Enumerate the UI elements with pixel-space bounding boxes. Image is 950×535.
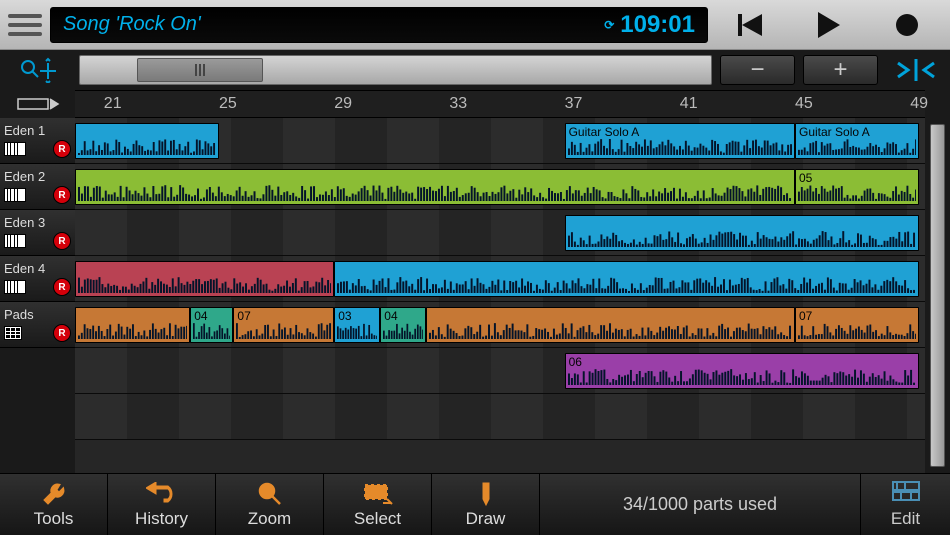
clip-waveform (383, 321, 423, 339)
undo-icon (146, 481, 178, 507)
record-arm-badge[interactable]: R (53, 232, 71, 250)
clip-waveform (193, 321, 230, 339)
record-arm-badge[interactable]: R (53, 324, 71, 342)
zoom-out-button[interactable]: − (720, 55, 795, 85)
clip-waveform (568, 229, 916, 247)
parts-used-label: 34/1000 parts used (540, 474, 860, 535)
loop-range-button[interactable] (0, 90, 75, 118)
track-header[interactable]: Eden 3 R (0, 210, 75, 256)
clip-waveform (429, 321, 792, 339)
track-name: Pads (4, 307, 71, 322)
pads-icon (4, 326, 22, 340)
ruler-tick: 25 (219, 95, 237, 113)
select-button[interactable]: Select (324, 474, 432, 535)
clip[interactable]: 07 (795, 307, 919, 343)
zoom-button[interactable]: Zoom (216, 474, 324, 535)
draw-button[interactable]: Draw (432, 474, 540, 535)
track-area: Eden 1 R Eden 2 R Eden 3 R Eden 4 R Pads R Guitar… (0, 118, 950, 473)
timeline-ruler[interactable]: 21 25 29 33 37 41 45 49 (75, 90, 925, 118)
keyboard-icon (4, 142, 26, 156)
bottom-toolbar: Tools History Zoom Select Draw 34/1000 p… (0, 473, 950, 535)
ruler-tick: 49 (910, 95, 928, 113)
clip-waveform (568, 137, 792, 155)
clip[interactable] (75, 123, 219, 159)
clip-waveform (78, 137, 216, 155)
wrench-icon (41, 481, 67, 507)
top-bar: Song 'Rock On' ⟳ 109:01 (0, 0, 950, 50)
song-time: ⟳ 109:01 (604, 11, 695, 39)
split-view-button[interactable] (886, 55, 946, 85)
clip-waveform (78, 183, 792, 201)
scroll-bar-row: − + (0, 50, 950, 90)
record-button[interactable] (872, 7, 942, 43)
clip-waveform (236, 321, 331, 339)
track-name: Eden 2 (4, 169, 71, 184)
ruler-tick: 21 (104, 95, 122, 113)
track-lane[interactable] (75, 394, 925, 440)
song-title: Song 'Rock On' (63, 13, 201, 36)
record-arm-badge[interactable]: R (53, 140, 71, 158)
clip[interactable]: 04 (380, 307, 426, 343)
track-name: Eden 3 (4, 215, 71, 230)
clip[interactable] (75, 169, 795, 205)
keyboard-icon (4, 234, 26, 248)
pencil-icon (475, 481, 497, 507)
clip-waveform (78, 321, 187, 339)
clip-waveform (798, 321, 916, 339)
keyboard-icon (4, 280, 26, 294)
tools-button[interactable]: Tools (0, 474, 108, 535)
track-header[interactable]: Eden 4 R (0, 256, 75, 302)
zoom-in-button[interactable]: + (803, 55, 878, 85)
zoom-tool-button[interactable] (0, 50, 75, 90)
clip[interactable] (334, 261, 919, 297)
keyboard-icon (4, 188, 26, 202)
clip[interactable] (426, 307, 795, 343)
track-header[interactable]: Pads R (0, 302, 75, 348)
clip-waveform (568, 367, 916, 385)
ruler-tick: 45 (795, 95, 813, 113)
rewind-button[interactable] (716, 7, 786, 43)
magnifier-icon (257, 481, 283, 507)
history-button[interactable]: History (108, 474, 216, 535)
ruler-tick: 41 (680, 95, 698, 113)
scroll-thumb[interactable] (137, 58, 263, 82)
play-button[interactable] (794, 7, 864, 43)
track-header[interactable]: Eden 1 R (0, 118, 75, 164)
clip-waveform (337, 321, 377, 339)
track-header[interactable]: Eden 2 R (0, 164, 75, 210)
edit-icon (891, 480, 921, 507)
clip[interactable]: 04 (190, 307, 233, 343)
clip-waveform (337, 275, 916, 293)
vertical-scrollbar[interactable] (925, 118, 950, 473)
menu-button[interactable] (8, 8, 42, 42)
clip[interactable]: Guitar Solo A (795, 123, 919, 159)
track-name: Eden 4 (4, 261, 71, 276)
clip-waveform (78, 275, 331, 293)
clip[interactable]: Guitar Solo A (565, 123, 795, 159)
marquee-icon (363, 481, 393, 507)
ruler-tick: 33 (449, 95, 467, 113)
horizontal-scrollbar[interactable] (79, 55, 712, 85)
clip[interactable] (75, 307, 190, 343)
clip[interactable]: 03 (334, 307, 380, 343)
clip[interactable] (565, 215, 919, 251)
edit-button[interactable]: Edit (860, 474, 950, 535)
ruler-tick: 29 (334, 95, 352, 113)
timeline[interactable]: Guitar Solo AGuitar Solo A05040703040706 (75, 118, 925, 473)
clip-waveform (798, 183, 916, 201)
loop-icon: ⟳ (604, 18, 614, 32)
record-arm-badge[interactable]: R (53, 278, 71, 296)
track-headers: Eden 1 R Eden 2 R Eden 3 R Eden 4 R Pads R (0, 118, 75, 473)
clip[interactable]: 07 (233, 307, 334, 343)
clip[interactable]: 05 (795, 169, 919, 205)
track-name: Eden 1 (4, 123, 71, 138)
ruler-tick: 37 (565, 95, 583, 113)
clip-waveform (798, 137, 916, 155)
clip[interactable] (75, 261, 334, 297)
ruler-row: 21 25 29 33 37 41 45 49 (0, 90, 950, 118)
record-arm-badge[interactable]: R (53, 186, 71, 204)
song-display[interactable]: Song 'Rock On' ⟳ 109:01 (50, 7, 708, 43)
clip[interactable]: 06 (565, 353, 919, 389)
